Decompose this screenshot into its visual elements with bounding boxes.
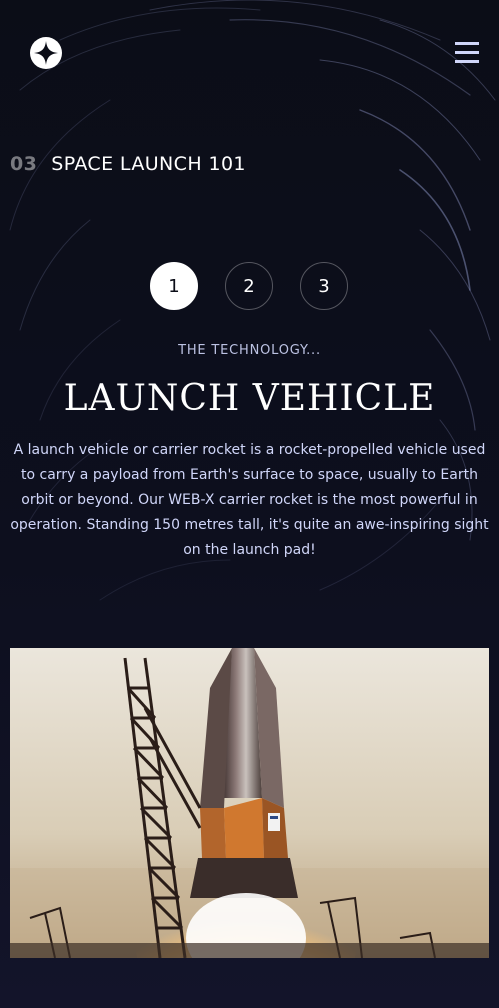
slide-button-3[interactable]: 3 (300, 262, 348, 310)
slide-button-2[interactable]: 2 (225, 262, 273, 310)
rocket-launch-illustration (10, 648, 489, 958)
hamburger-menu-icon[interactable] (455, 42, 479, 64)
slide-button-1[interactable]: 1 (150, 262, 198, 310)
launch-vehicle-image (10, 648, 489, 958)
slide-pagination: 1 2 3 (150, 262, 350, 312)
menu-bar (455, 60, 479, 63)
page-number: 03 (10, 153, 38, 175)
four-point-star-icon[interactable] (30, 37, 62, 69)
technology-description: A launch vehicle or carrier rocket is a … (10, 442, 489, 558)
page-heading: 03 SPACE LAUNCH 101 (10, 153, 246, 175)
header (0, 0, 499, 106)
technology-title: LAUNCH VEHICLE (63, 378, 436, 419)
technology-subtitle: THE TECHNOLOGY... (178, 343, 321, 358)
technology-page: 03 SPACE LAUNCH 101 1 2 3 THE TECHNOLOGY.… (0, 0, 499, 1008)
page-heading-text: SPACE LAUNCH 101 (51, 153, 246, 175)
menu-bar (455, 42, 479, 45)
menu-bar (455, 51, 479, 54)
